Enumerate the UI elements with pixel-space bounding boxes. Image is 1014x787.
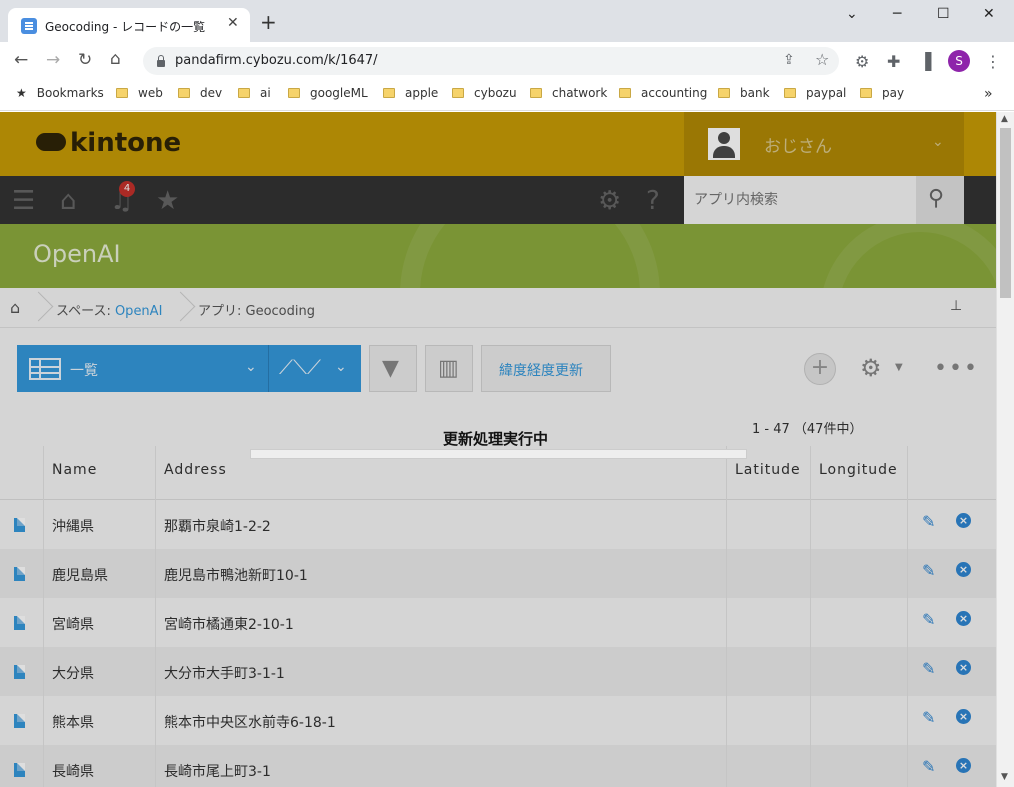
folder-icon: [238, 88, 250, 98]
minimize-icon[interactable]: ─: [893, 6, 901, 22]
scroll-up-icon[interactable]: ▲: [1001, 114, 1008, 124]
menu-dots-icon[interactable]: ⋮: [985, 52, 1001, 71]
folder-icon: [383, 88, 395, 98]
folder-icon: [178, 88, 190, 98]
browser-tab[interactable]: Geocoding - レコードの一覧 ✕: [8, 8, 250, 42]
bookmark-folder[interactable]: googleML: [288, 86, 368, 104]
scrollbar-thumb[interactable]: [1000, 128, 1011, 298]
tab-title: Geocoding - レコードの一覧: [45, 20, 206, 34]
close-window-icon[interactable]: ✕: [983, 6, 995, 22]
back-icon[interactable]: ←: [14, 50, 28, 70]
maximize-icon[interactable]: ☐: [937, 6, 950, 22]
bookmark-folder[interactable]: cybozu: [452, 86, 517, 104]
folder-icon: [718, 88, 730, 98]
star-icon: ★: [16, 86, 27, 100]
folder-icon: [784, 88, 796, 98]
bookmark-folder[interactable]: dev: [178, 86, 222, 104]
puzzle-icon[interactable]: ✚: [887, 52, 900, 71]
tab-close-icon[interactable]: ✕: [227, 15, 239, 31]
sidepanel-icon[interactable]: ▐: [919, 52, 931, 71]
bookmark-folder[interactable]: web: [116, 86, 163, 104]
bookmark-folder[interactable]: ai: [238, 86, 271, 104]
folder-icon: [288, 88, 300, 98]
address-bar[interactable]: pandafirm.cybozu.com/k/1647/ ⇪ ☆: [143, 47, 839, 75]
bookmark-folder[interactable]: bank: [718, 86, 770, 104]
reload-icon[interactable]: ↻: [78, 50, 92, 70]
bookmark-folder[interactable]: chatwork: [530, 86, 607, 104]
bookmark-star-icon[interactable]: ☆: [815, 50, 829, 69]
home-icon[interactable]: ⌂: [110, 49, 121, 69]
folder-icon: [619, 88, 631, 98]
bookmark-folder[interactable]: apple: [383, 86, 438, 104]
progress-message: 更新処理実行中: [443, 430, 549, 448]
folder-icon: [452, 88, 464, 98]
profile-avatar[interactable]: S: [948, 50, 970, 72]
folder-icon: [530, 88, 542, 98]
scroll-down-icon[interactable]: ▼: [1001, 772, 1008, 782]
tab-search-icon[interactable]: ⌄: [846, 6, 858, 22]
folder-icon: [860, 88, 872, 98]
page-scrollbar[interactable]: ▲ ▼: [996, 112, 1014, 787]
progress-bar: [250, 449, 747, 459]
folder-icon: [116, 88, 128, 98]
app-favicon-icon: [21, 18, 37, 34]
bookmark-item[interactable]: ★ Bookmarks: [16, 86, 104, 104]
bookmarks-overflow-icon[interactable]: »: [984, 86, 993, 104]
bookmark-folder[interactable]: paypal: [784, 86, 846, 104]
share-icon[interactable]: ⇪: [783, 52, 795, 68]
new-tab-button[interactable]: +: [260, 12, 277, 32]
forward-icon[interactable]: →: [46, 50, 60, 70]
extension-icon[interactable]: ⚙: [855, 52, 869, 71]
url-text[interactable]: pandafirm.cybozu.com/k/1647/: [175, 53, 378, 68]
lock-icon[interactable]: [157, 55, 165, 67]
bookmark-folder[interactable]: accounting: [619, 86, 707, 104]
bookmark-folder[interactable]: pay: [860, 86, 904, 104]
